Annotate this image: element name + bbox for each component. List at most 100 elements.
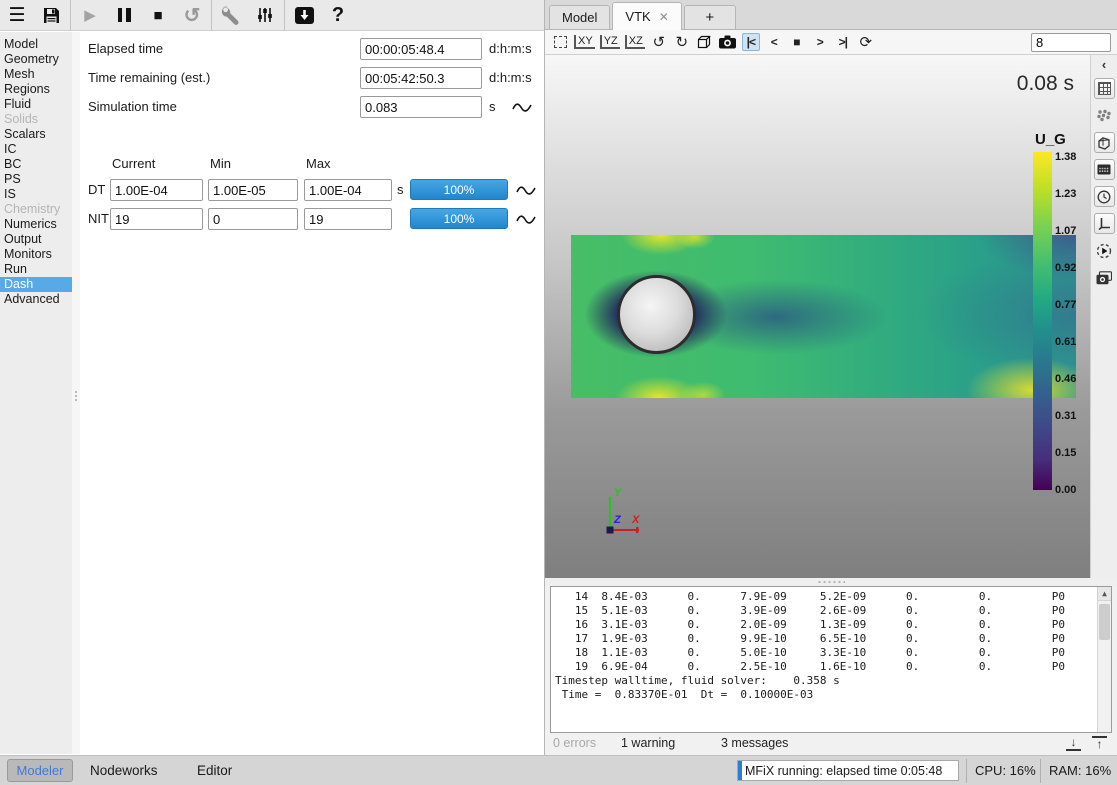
stop-playback-button[interactable]: ■ [788,33,806,52]
time-remaining-label: Time remaining (est.) [88,67,210,89]
dt-current-input[interactable] [110,179,203,201]
elapsed-time-input[interactable] [360,38,482,60]
scroll-up-icon[interactable]: ▲ [1098,587,1111,601]
nav-item-run[interactable]: Run [0,262,72,277]
snapshot-button[interactable] [1094,267,1115,288]
axes-toggle-button[interactable] [1094,213,1115,234]
nav-item-is[interactable]: IS [0,187,72,202]
nav-item-model[interactable]: Model [0,37,72,52]
screenshot-button[interactable] [719,33,737,52]
nav-item-scalars[interactable]: Scalars [0,127,72,142]
scroll-to-top-button[interactable]: ↑ [1092,736,1107,751]
warnings-count[interactable]: 1 warning [621,736,675,750]
save-button[interactable] [34,0,68,31]
mode-nodeworks-button[interactable]: Nodeworks [90,756,158,785]
nav-item-mesh[interactable]: Mesh [0,67,72,82]
settings-button[interactable] [248,0,282,31]
time-label-button[interactable] [1094,186,1115,207]
regions-visibility-button[interactable] [1094,159,1115,180]
horizontal-splitter[interactable] [545,578,1117,586]
nav-item-bc[interactable]: BC [0,157,72,172]
rotate-right-button[interactable]: ↻ [673,33,691,52]
view-yz-button[interactable]: YZ [600,35,620,49]
build-button[interactable] [214,0,248,31]
plot-dt-button[interactable] [516,179,538,201]
nit-max-input[interactable] [304,208,392,230]
errors-count[interactable]: 0 errors [553,736,596,750]
play-loop-button[interactable]: ⟳ [857,33,875,52]
nav-item-monitors[interactable]: Monitors [0,247,72,262]
nav-item-numerics[interactable]: Numerics [0,217,72,232]
nav-item-geometry[interactable]: Geometry [0,52,72,67]
export-button[interactable] [287,0,321,31]
dt-max-input[interactable] [304,179,392,201]
console-line: 17 1.9E-03 0. 9.9E-10 6.5E-10 0. 0. P0 [555,632,1093,646]
toolbar-separator [70,0,71,31]
console-line: 19 6.9E-04 0. 2.5E-10 1.6E-10 0. 0. P0 [555,660,1093,674]
collapse-sidebar-button[interactable]: ‹ [1102,57,1106,72]
mesh-visibility-button[interactable] [1094,78,1115,99]
geometry-icon [1097,136,1111,150]
geometry-visibility-button[interactable] [1094,132,1115,153]
colorbar-tick: 1.23 [1055,188,1090,200]
colorbar-tick: 0.00 [1055,484,1090,496]
rotate-left-button[interactable]: ↺ [650,33,668,52]
simulation-time-label: Simulation time [88,96,177,118]
next-frame-button[interactable]: > [811,33,829,52]
tab-vtk[interactable]: VTK ✕ [612,2,681,30]
colorbar [1033,152,1052,490]
plot-simulation-time-button[interactable] [512,96,534,118]
nit-current-input[interactable] [110,208,203,230]
nav-item-advanced[interactable]: Advanced [0,292,72,307]
vertical-splitter[interactable] [72,32,80,754]
previous-frame-button[interactable]: < [765,33,783,52]
view-xz-button[interactable]: XZ [625,35,645,49]
pause-button[interactable] [107,0,141,31]
tab-close-icon[interactable]: ✕ [659,10,669,24]
help-icon: ? [332,4,344,27]
dashboard-panel: Elapsed time d:h:m:s Time remaining (est… [80,32,544,754]
nav-item-dash[interactable]: Dash [0,277,72,292]
reset-button[interactable]: ↺ [175,0,209,31]
messages-count[interactable]: 3 messages [721,736,788,750]
package-download-icon [295,7,314,24]
plot-icon [512,101,532,113]
mode-editor-button[interactable]: Editor [197,756,232,785]
left-pane: ☰ ▶ ■ ↺ ? Model Geomet [0,0,544,755]
nav-item-output[interactable]: Output [0,232,72,247]
pause-icon [118,8,131,22]
perspective-button[interactable] [696,33,714,52]
tab-add-button[interactable]: + [684,5,736,29]
stop-button[interactable]: ■ [141,0,175,31]
solver-console[interactable]: 14 8.4E-03 0. 7.9E-09 5.2E-09 0. 0. P0 1… [550,586,1112,733]
nav-item-fluid[interactable]: Fluid [0,97,72,112]
play-visibility-button[interactable] [1094,240,1115,261]
frame-number-input[interactable] [1031,33,1111,52]
dt-min-input[interactable] [208,179,298,201]
nav-item-ic[interactable]: IC [0,142,72,157]
chevron-left-icon: ‹ [1102,57,1106,72]
vtk-viewport[interactable]: 0.08 s U_G 1.38 1.23 1.07 0.92 0.77 0.61… [545,55,1090,578]
nav-item-ps[interactable]: PS [0,172,72,187]
scrollbar-thumb[interactable] [1099,604,1110,640]
view-xy-button[interactable]: XY [574,35,595,49]
time-remaining-input[interactable] [360,67,482,89]
plot-nit-button[interactable] [516,208,538,230]
simulation-time-input[interactable] [360,96,482,118]
scroll-to-bottom-button[interactable]: ↓ [1066,736,1081,751]
prev-frame-icon: < [771,35,777,49]
last-frame-button[interactable]: >| [834,33,852,52]
reset-view-button[interactable] [551,33,569,52]
run-button[interactable]: ▶ [73,0,107,31]
tab-model[interactable]: Model [549,5,610,29]
first-frame-button[interactable]: |< [742,33,760,51]
mode-modeler-button[interactable]: Modeler [7,759,73,782]
wrench-icon [221,5,241,25]
nav-item-regions[interactable]: Regions [0,82,72,97]
console-scrollbar[interactable]: ▲ [1097,587,1111,732]
elapsed-time-label: Elapsed time [88,38,163,60]
help-button[interactable]: ? [321,0,355,31]
menu-button[interactable]: ☰ [0,0,34,31]
particles-visibility-button[interactable] [1094,105,1115,126]
nit-min-input[interactable] [208,208,298,230]
